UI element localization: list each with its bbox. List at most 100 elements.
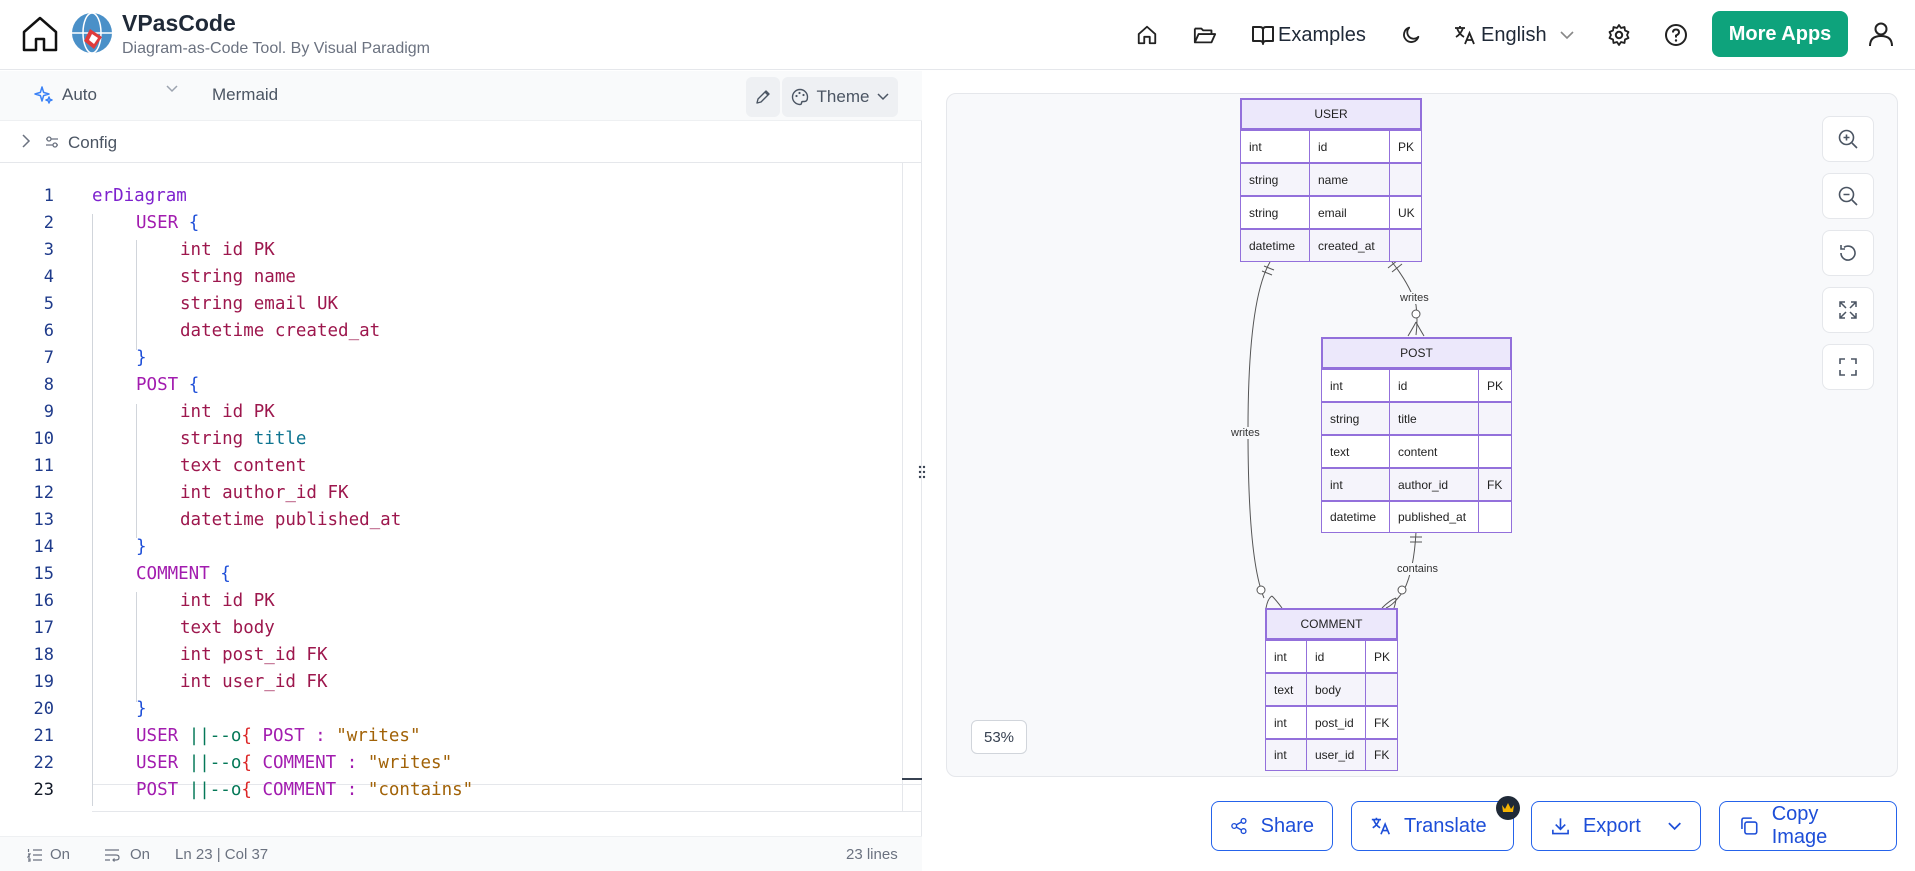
entity-row: int id PK — [1321, 369, 1512, 402]
entity-row: int author_id FK — [1321, 468, 1512, 501]
folder-open-icon[interactable] — [1190, 20, 1220, 50]
attr-key — [1390, 164, 1421, 195]
translate-button[interactable]: Translate — [1351, 801, 1514, 851]
code-token: USER — [136, 213, 179, 233]
zoom-in-icon[interactable] — [1822, 116, 1874, 162]
code-line: USER ||--o{ POST : "writes" — [136, 726, 421, 746]
attr-key: FK — [1487, 477, 1503, 492]
code-line: } — [136, 348, 147, 368]
line-number: 5 — [43, 294, 54, 314]
attr-type: int — [1266, 641, 1307, 672]
zoom-level[interactable]: 53% — [971, 720, 1027, 754]
fit-to-screen-icon[interactable] — [1822, 287, 1874, 333]
code-token: COMMENT — [136, 564, 210, 584]
chevron-right-icon — [22, 134, 31, 148]
line-numbers-status[interactable]: On — [50, 846, 70, 863]
attr-type: string — [1322, 403, 1390, 434]
export-button[interactable]: Export — [1531, 801, 1701, 851]
diagram-language-label[interactable]: Mermaid — [212, 85, 278, 105]
help-icon[interactable] — [1661, 20, 1691, 50]
attr-name: published_at — [1390, 502, 1479, 532]
mode-select[interactable]: Auto — [34, 85, 97, 105]
line-number: 17 — [33, 618, 54, 638]
attr-type: text — [1322, 436, 1390, 467]
line-number: 9 — [43, 402, 54, 422]
code-line: erDiagram — [92, 186, 187, 206]
theme-button[interactable]: Theme — [782, 77, 898, 117]
line-number: 18 — [33, 645, 54, 665]
scrollbar[interactable] — [902, 162, 903, 812]
list-numbers-icon[interactable] — [27, 848, 43, 862]
crown-icon — [1496, 796, 1520, 820]
palette-icon — [791, 88, 808, 106]
code-token: USER — [136, 726, 189, 746]
code-token: "writes" — [367, 753, 453, 773]
gear-icon[interactable] — [1604, 20, 1634, 50]
pencil-icon[interactable] — [746, 77, 780, 117]
attr-key: PK — [1487, 378, 1504, 393]
code-line: int user_id FK — [180, 672, 328, 692]
code-line: int post_id FK — [180, 645, 328, 665]
editor-toolbar: Auto Mermaid Theme — [0, 71, 922, 121]
word-wrap-icon[interactable] — [104, 848, 120, 862]
share-button[interactable]: Share — [1211, 801, 1333, 851]
entity-row: datetime created_at — [1240, 229, 1422, 262]
code-token: { — [241, 753, 252, 773]
user-icon[interactable] — [1862, 15, 1900, 53]
more-apps-button[interactable]: More Apps — [1712, 11, 1848, 57]
code-token: USER — [136, 753, 189, 773]
line-count: 23 lines — [846, 846, 898, 863]
theme-label: Theme — [816, 87, 870, 106]
fullscreen-icon[interactable] — [1822, 344, 1874, 390]
attr-key: PK — [1398, 139, 1415, 154]
translate-label: Translate — [1404, 814, 1487, 837]
line-number: 15 — [33, 564, 54, 584]
reset-view-icon[interactable] — [1822, 230, 1874, 276]
entity-title: POST — [1321, 337, 1512, 369]
zoom-out-icon[interactable] — [1822, 173, 1874, 219]
relationship-label: writes — [1400, 292, 1429, 304]
config-label: Config — [68, 133, 118, 152]
code-line: string name — [180, 267, 296, 287]
attr-key — [1479, 502, 1511, 532]
code-token: { — [178, 375, 200, 395]
attr-key — [1390, 230, 1421, 261]
translate-icon[interactable] — [1450, 20, 1480, 50]
entity-row: int post_id FK — [1265, 706, 1398, 739]
moon-icon[interactable] — [1396, 20, 1426, 50]
cursor-position: Ln 23 | Col 37 — [175, 846, 269, 863]
resize-handle[interactable] — [914, 462, 930, 482]
attr-name: content — [1390, 436, 1479, 467]
line-number: 23 — [33, 780, 54, 800]
line-number: 21 — [33, 726, 54, 746]
examples-link[interactable]: Examples — [1278, 24, 1366, 47]
scroll-thumb[interactable] — [902, 778, 922, 780]
home-icon[interactable] — [1132, 20, 1162, 50]
sparkle-icon — [34, 86, 53, 104]
code-token: ||--o — [188, 753, 242, 773]
code-token: COMMENT : — [251, 780, 368, 800]
code-token: "writes" — [336, 726, 421, 746]
home-icon[interactable] — [18, 12, 62, 56]
entity-comment[interactable]: COMMENT int id PK text body int post_id … — [1265, 608, 1398, 771]
config-toggle[interactable]: Config — [0, 121, 922, 163]
entity-row: string title — [1321, 402, 1512, 435]
code-token: title — [253, 429, 307, 449]
code-token: { — [178, 213, 200, 233]
chevron-down-icon[interactable] — [1552, 20, 1582, 50]
copy-image-button[interactable]: Copy Image — [1719, 801, 1897, 851]
entity-post[interactable]: POST int id PK string title text content… — [1321, 337, 1512, 533]
relationship-label: writes — [1231, 427, 1260, 439]
code-editor[interactable]: 1 erDiagram 2 USER { 3 int id PK 4 string na… — [0, 186, 900, 826]
book-icon[interactable] — [1248, 20, 1278, 50]
line-number: 3 — [43, 240, 54, 260]
chevron-down-icon[interactable] — [166, 85, 178, 93]
word-wrap-status[interactable]: On — [130, 846, 150, 863]
line-number: 11 — [33, 456, 54, 476]
entity-user[interactable]: USER int id PK string name string email … — [1240, 98, 1422, 262]
attr-name: id — [1307, 641, 1366, 672]
code-token: { — [209, 564, 231, 584]
language-select[interactable]: English — [1481, 24, 1547, 47]
code-token: { — [241, 726, 252, 746]
mode-label: Auto — [62, 85, 97, 104]
